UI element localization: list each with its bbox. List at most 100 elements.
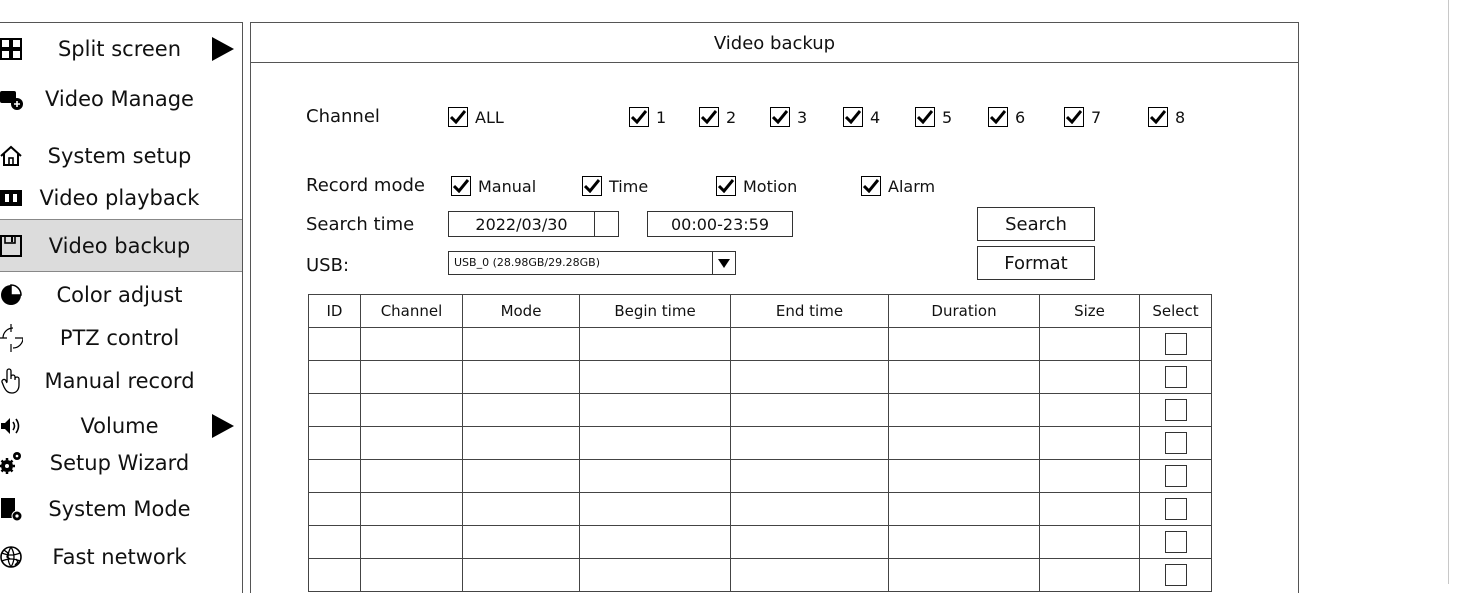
table-row	[308, 327, 1212, 361]
table-cell	[1139, 558, 1212, 592]
table-cell	[1039, 492, 1140, 526]
column-header: Channel	[360, 294, 463, 328]
table-cell	[1039, 459, 1140, 493]
table-header-row: ID Channel Mode Begin time End time Dura…	[308, 294, 1212, 328]
sidebar-item-color-adjust[interactable]: Color adjust	[0, 279, 242, 311]
table-cell	[888, 492, 1040, 526]
column-header: Duration	[888, 294, 1040, 328]
submenu-arrow-icon	[212, 37, 234, 61]
sidebar-item-label: Manual record	[44, 369, 195, 393]
channel-1-checkbox[interactable]: 1	[629, 107, 666, 127]
table-row	[308, 558, 1212, 592]
channel-label: Channel	[306, 106, 380, 127]
column-header: Size	[1039, 294, 1140, 328]
table-cell	[1139, 492, 1212, 526]
column-header: ID	[308, 294, 361, 328]
table-cell	[360, 393, 463, 427]
sidebar-item-ptz-control[interactable]: PTZ control	[0, 322, 242, 354]
row-select-checkbox[interactable]	[1164, 399, 1187, 421]
channel-all-checkbox[interactable]: ALL	[448, 107, 504, 127]
table-cell	[462, 525, 580, 559]
checkbox-label: 5	[942, 107, 953, 127]
table-cell	[1139, 360, 1212, 394]
sidebar-item-label: System setup	[47, 144, 192, 168]
table-cell	[1039, 393, 1140, 427]
channel-6-checkbox[interactable]: 6	[988, 107, 1025, 127]
table-cell	[308, 492, 361, 526]
mode-motion-checkbox[interactable]: Motion	[716, 176, 797, 196]
row-select-checkbox[interactable]	[1164, 564, 1187, 586]
column-header: End time	[730, 294, 889, 328]
sidebar-item-label: Color adjust	[56, 283, 183, 307]
checkbox-label: ALL	[475, 107, 504, 127]
column-header: Begin time	[579, 294, 731, 328]
table-row	[308, 525, 1212, 559]
mode-manual-checkbox[interactable]: Manual	[451, 176, 536, 196]
channel-8-checkbox[interactable]: 8	[1148, 107, 1185, 127]
search-time-label: Search time	[306, 214, 415, 235]
sidebar-item-video-backup[interactable]: Video backup	[0, 219, 242, 272]
checkmark-icon	[1148, 107, 1168, 127]
date-field[interactable]: 2022/03/30	[448, 211, 595, 237]
mode-time-checkbox[interactable]: Time	[582, 176, 648, 196]
window-edge	[1448, 0, 1449, 584]
sidebar-item-split-screen[interactable]: Split screen	[0, 33, 242, 65]
sidebar-item-system-setup[interactable]: System setup	[0, 140, 242, 172]
table-cell	[462, 327, 580, 361]
table-cell	[730, 426, 889, 460]
table-cell	[730, 525, 889, 559]
table-body	[308, 327, 1212, 592]
row-select-checkbox[interactable]	[1164, 366, 1187, 388]
record-mode-label: Record mode	[306, 175, 425, 196]
row-select-checkbox[interactable]	[1164, 465, 1187, 487]
checkbox-label: Manual	[478, 176, 537, 196]
sidebar-item-manual-record[interactable]: Manual record	[0, 365, 242, 397]
checkbox-label: 2	[726, 107, 737, 127]
checkbox-label: 7	[1091, 107, 1102, 127]
table-cell	[1039, 327, 1140, 361]
table-cell	[360, 327, 463, 361]
table-cell	[308, 426, 361, 460]
table-cell	[730, 459, 889, 493]
column-header: Mode	[462, 294, 580, 328]
format-button[interactable]: Format	[977, 246, 1095, 280]
sidebar-item-label: Volume	[80, 414, 159, 438]
sidebar-menu: Split screen Video Manage System setup V…	[0, 22, 243, 593]
panel-title: Video backup	[251, 23, 1298, 63]
checkmark-icon	[861, 176, 881, 196]
mode-alarm-checkbox[interactable]: Alarm	[861, 176, 935, 196]
date-picker-button[interactable]	[594, 211, 619, 237]
channel-2-checkbox[interactable]: 2	[699, 107, 736, 127]
usb-select[interactable]: USB_0 (28.98GB/29.28GB)	[448, 251, 736, 275]
table-cell	[579, 558, 731, 592]
table-cell	[308, 558, 361, 592]
table-cell	[462, 492, 580, 526]
channel-5-checkbox[interactable]: 5	[915, 107, 952, 127]
row-select-checkbox[interactable]	[1164, 498, 1187, 520]
checkmark-icon	[582, 176, 602, 196]
row-select-checkbox[interactable]	[1164, 531, 1187, 553]
channel-4-checkbox[interactable]: 4	[843, 107, 880, 127]
channel-7-checkbox[interactable]: 7	[1064, 107, 1101, 127]
time-range-field[interactable]: 00:00-23:59	[647, 211, 793, 237]
sidebar-item-fast-network[interactable]: Fast network	[0, 541, 242, 573]
sidebar-item-label: System Mode	[48, 497, 191, 521]
row-select-checkbox[interactable]	[1164, 333, 1187, 355]
table-cell	[888, 393, 1040, 427]
table-cell	[579, 525, 731, 559]
channel-3-checkbox[interactable]: 3	[770, 107, 807, 127]
sidebar-item-system-mode[interactable]: System Mode	[0, 493, 242, 525]
table-cell	[1139, 459, 1212, 493]
chevron-down-icon	[712, 252, 735, 274]
sidebar-item-volume[interactable]: Volume	[0, 410, 242, 442]
table-cell	[888, 327, 1040, 361]
row-select-checkbox[interactable]	[1164, 432, 1187, 454]
checkbox-label: 1	[656, 107, 667, 127]
sidebar-item-setup-wizard[interactable]: Setup Wizard	[0, 447, 242, 479]
sidebar-item-label: Fast network	[52, 545, 187, 569]
video-backup-panel: Video backup Channel ALL 1 2 3 4 5 6 7 8…	[250, 22, 1299, 593]
sidebar-item-video-manage[interactable]: Video Manage	[0, 83, 242, 115]
sidebar-item-video-playback[interactable]: Video playback	[0, 182, 242, 214]
search-button[interactable]: Search	[977, 207, 1095, 241]
usb-select-value: USB_0 (28.98GB/29.28GB)	[454, 256, 600, 269]
